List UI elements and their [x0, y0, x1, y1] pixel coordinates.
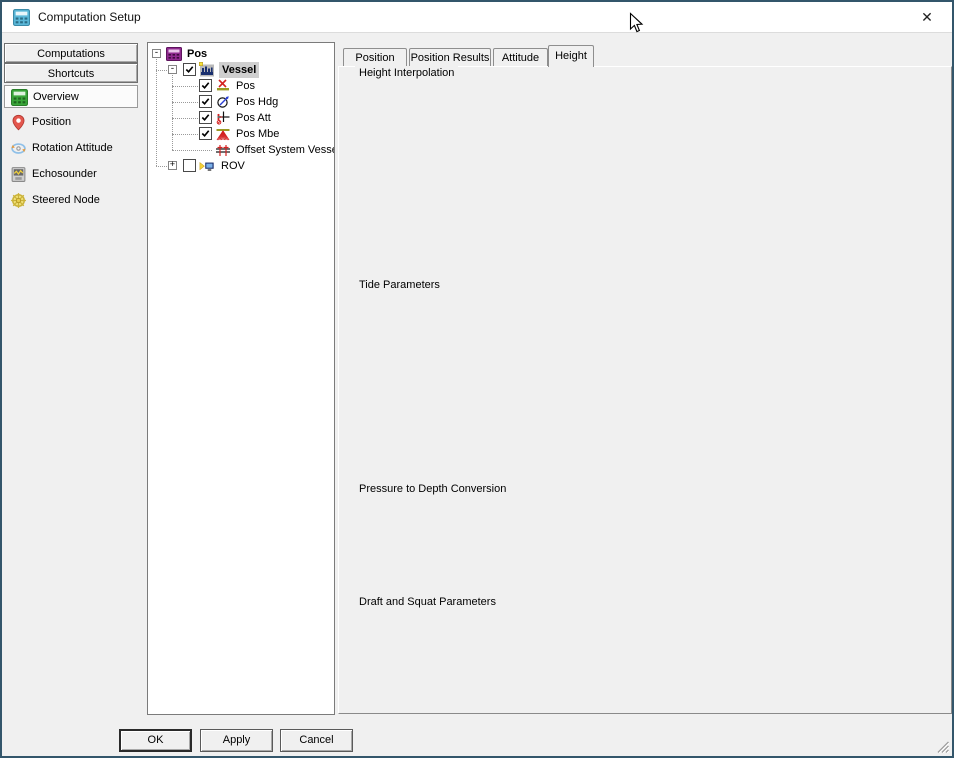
tree-row-pos-mbe[interactable]: Pos Mbe [148, 126, 334, 142]
tab-position-filter[interactable]: Position Filter [343, 48, 407, 66]
window-title: Computation Setup [38, 2, 141, 32]
tree-row-pos[interactable]: Pos [148, 78, 334, 94]
height-tab-panel [338, 66, 952, 714]
attitude-node-icon [215, 110, 231, 126]
calculator-green-icon [11, 89, 28, 106]
multibeam-fan-icon [215, 126, 231, 142]
group-title: Pressure to Depth Conversion [355, 482, 510, 496]
tab-attitude[interactable]: Attitude [493, 48, 548, 66]
tree-row-pos-att[interactable]: Pos Att [148, 110, 334, 126]
offset-system-icon [215, 142, 231, 158]
check-icon [184, 64, 195, 75]
vessel-icon [199, 62, 215, 78]
tree-label[interactable]: Pos [187, 46, 207, 62]
echosounder-device-icon [10, 166, 27, 183]
expand-icon[interactable]: + [168, 161, 177, 170]
check-icon [200, 80, 211, 91]
checkbox-checked[interactable] [199, 111, 212, 124]
rotation-orbit-icon [10, 140, 27, 157]
sidebar-item-label: Position [32, 111, 71, 134]
titlebar[interactable]: Computation Setup ✕ [2, 2, 952, 33]
resize-grip[interactable] [936, 740, 949, 753]
computation-setup-dialog: Computation Setup ✕ Computations Shortcu… [0, 0, 954, 758]
tree-label[interactable]: Pos [236, 78, 255, 94]
ok-button[interactable]: OK [119, 729, 192, 752]
computation-tree: - Pos - Vessel Pos Pos Hdg Pos Att [147, 42, 335, 715]
check-icon [200, 112, 211, 123]
tab-position-results[interactable]: Position Results [409, 48, 491, 66]
sidebar-button-computations[interactable]: Computations [4, 43, 138, 63]
calculator-purple-icon [166, 46, 182, 62]
check-icon [200, 128, 211, 139]
tree-label[interactable]: Offset System Vessel [236, 142, 335, 158]
tree-label[interactable]: Pos Hdg [236, 94, 278, 110]
collapse-icon[interactable]: - [168, 65, 177, 74]
tree-label[interactable]: Pos Mbe [236, 126, 279, 142]
tree-row-pos-root[interactable]: - Pos [148, 46, 334, 62]
sidebar-item-label: Steered Node [32, 189, 100, 212]
mouse-cursor [629, 12, 644, 34]
position-node-icon [215, 78, 231, 94]
checkbox-unchecked[interactable] [183, 159, 196, 172]
sidebar-button-shortcuts[interactable]: Shortcuts [4, 63, 138, 83]
tree-row-offset-system[interactable]: Offset System Vessel [148, 142, 334, 158]
tree-label-selected[interactable]: Vessel [219, 62, 259, 78]
collapse-icon[interactable]: - [152, 49, 161, 58]
close-button[interactable]: ✕ [910, 2, 944, 32]
app-calculator-icon [13, 9, 30, 26]
sidebar-item-steered-node[interactable]: Steered Node [4, 189, 138, 212]
group-title: Tide Parameters [355, 278, 444, 292]
checkbox-checked[interactable] [199, 127, 212, 140]
tree-label[interactable]: ROV [221, 158, 245, 174]
tree-row-rov[interactable]: + ROV [148, 158, 334, 174]
cancel-button[interactable]: Cancel [280, 729, 353, 752]
check-icon [200, 96, 211, 107]
tree-row-pos-hdg[interactable]: Pos Hdg [148, 94, 334, 110]
checkbox-checked[interactable] [199, 79, 212, 92]
apply-button[interactable]: Apply [200, 729, 273, 752]
checkbox-checked[interactable] [183, 63, 196, 76]
sidebar-item-echosounder[interactable]: Echosounder [4, 163, 138, 186]
tree-row-vessel[interactable]: - Vessel [148, 62, 334, 78]
group-title: Draft and Squat Parameters [355, 595, 500, 609]
sidebar-item-overview[interactable]: Overview [4, 85, 138, 108]
map-pin-icon [10, 114, 27, 131]
sidebar-item-position[interactable]: Position [4, 111, 138, 134]
heading-compass-icon [215, 94, 231, 110]
group-title: Height Interpolation [355, 66, 458, 80]
rov-icon [199, 159, 215, 175]
sidebar-item-label: Echosounder [32, 163, 97, 186]
checkbox-checked[interactable] [199, 95, 212, 108]
close-icon: ✕ [921, 9, 933, 25]
sidebar-item-label: Rotation Attitude [32, 137, 113, 160]
sidebar-item-rotation-attitude[interactable]: Rotation Attitude [4, 137, 138, 160]
sidebar-item-label: Overview [33, 86, 79, 109]
tab-height[interactable]: Height [548, 45, 594, 67]
ship-wheel-icon [10, 192, 27, 209]
tree-label[interactable]: Pos Att [236, 110, 271, 126]
